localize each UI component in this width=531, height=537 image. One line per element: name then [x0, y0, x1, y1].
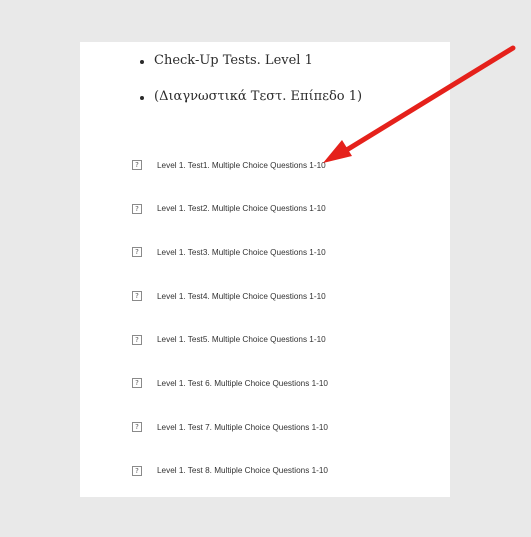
test-link-label: Level 1. Test2. Multiple Choice Question… — [157, 204, 326, 214]
question-mark-icon: ? — [132, 334, 142, 345]
question-mark-icon: ? — [132, 465, 142, 476]
test-link-6[interactable]: ? Level 1. Test 6. Multiple Choice Quest… — [132, 376, 328, 390]
test-link-label: Level 1. Test 8. Multiple Choice Questio… — [157, 466, 328, 476]
test-link-3[interactable]: ? Level 1. Test3. Multiple Choice Questi… — [132, 245, 328, 259]
document-page: Check-Up Tests. Level 1 (Διαγνωστικά Τεσ… — [80, 42, 450, 497]
test-link-list: ? Level 1. Test1. Multiple Choice Questi… — [132, 158, 328, 508]
question-mark-icon: ? — [132, 378, 142, 389]
test-link-label: Level 1. Test 6. Multiple Choice Questio… — [157, 378, 328, 388]
question-mark-icon: ? — [132, 291, 142, 302]
question-mark-icon: ? — [132, 203, 142, 214]
test-link-7[interactable]: ? Level 1. Test 7. Multiple Choice Quest… — [132, 420, 328, 434]
test-link-4[interactable]: ? Level 1. Test4. Multiple Choice Questi… — [132, 289, 328, 303]
test-link-label: Level 1. Test5. Multiple Choice Question… — [157, 335, 326, 345]
test-link-2[interactable]: ? Level 1. Test2. Multiple Choice Questi… — [132, 202, 328, 216]
question-mark-icon: ? — [132, 247, 142, 258]
heading-check-up-tests: Check-Up Tests. Level 1 — [140, 52, 362, 70]
heading-list: Check-Up Tests. Level 1 (Διαγνωστικά Τεσ… — [140, 52, 362, 106]
test-link-5[interactable]: ? Level 1. Test5. Multiple Choice Questi… — [132, 333, 328, 347]
test-link-label: Level 1. Test1. Multiple Choice Question… — [157, 160, 326, 170]
test-link-label: Level 1. Test 7. Multiple Choice Questio… — [157, 422, 328, 432]
test-link-1[interactable]: ? Level 1. Test1. Multiple Choice Questi… — [132, 158, 328, 172]
heading-greek-subtitle: (Διαγνωστικά Τεστ. Επίπεδο 1) — [140, 88, 362, 106]
test-link-label: Level 1. Test4. Multiple Choice Question… — [157, 291, 326, 301]
test-link-label: Level 1. Test3. Multiple Choice Question… — [157, 247, 326, 257]
question-mark-icon: ? — [132, 422, 142, 433]
question-mark-icon: ? — [132, 160, 142, 170]
test-link-8[interactable]: ? Level 1. Test 8. Multiple Choice Quest… — [132, 464, 328, 478]
